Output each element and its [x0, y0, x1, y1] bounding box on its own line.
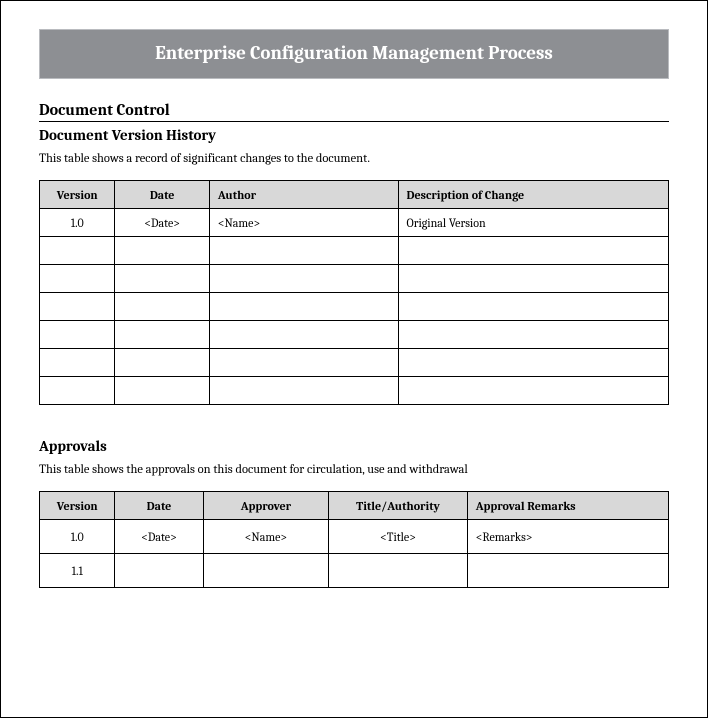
cell-author — [209, 265, 398, 293]
subheading-approvals: Approvals — [39, 437, 669, 455]
cell-desc: Original Version — [398, 209, 669, 237]
cell-version: 1.1 — [40, 554, 115, 588]
table-row — [40, 237, 669, 265]
th-date: Date — [115, 492, 203, 520]
cell-desc — [398, 265, 669, 293]
cell-date — [115, 321, 209, 349]
cell-author — [209, 293, 398, 321]
cell-author — [209, 237, 398, 265]
table-header-row: Version Date Approver Title/Authority Ap… — [40, 492, 669, 520]
cell-date — [115, 293, 209, 321]
caption-approvals: This table shows the approvals on this d… — [39, 463, 669, 477]
th-version: Version — [40, 492, 115, 520]
cell-author — [209, 349, 398, 377]
cell-date: <Date> — [115, 209, 209, 237]
cell-version — [40, 321, 115, 349]
th-author: Author — [209, 181, 398, 209]
cell-date: <Date> — [115, 520, 203, 554]
page: Enterprise Configuration Management Proc… — [0, 0, 708, 718]
table-header-row: Version Date Author Description of Chang… — [40, 181, 669, 209]
cell-version — [40, 265, 115, 293]
cell-version — [40, 237, 115, 265]
table-approvals: Version Date Approver Title/Authority Ap… — [39, 491, 669, 588]
table-row — [40, 377, 669, 405]
cell-desc — [398, 321, 669, 349]
cell-version: 1.0 — [40, 520, 115, 554]
table-row — [40, 321, 669, 349]
cell-desc — [398, 349, 669, 377]
caption-version-history: This table shows a record of significant… — [39, 152, 669, 166]
cell-date — [115, 554, 203, 588]
section-heading-document-control: Document Control — [39, 101, 669, 122]
table-row: 1.0 <Date> <Name> Original Version — [40, 209, 669, 237]
cell-author — [209, 377, 398, 405]
cell-author — [209, 321, 398, 349]
cell-remarks: <Remarks> — [467, 520, 668, 554]
cell-remarks — [467, 554, 668, 588]
cell-version: 1.0 — [40, 209, 115, 237]
cell-date — [115, 265, 209, 293]
th-desc: Description of Change — [398, 181, 669, 209]
table-row: 1.1 — [40, 554, 669, 588]
cell-date — [115, 377, 209, 405]
cell-title — [329, 554, 467, 588]
cell-desc — [398, 237, 669, 265]
cell-date — [115, 349, 209, 377]
table-row — [40, 293, 669, 321]
table-version-history: Version Date Author Description of Chang… — [39, 180, 669, 405]
cell-desc — [398, 293, 669, 321]
subheading-version-history: Document Version History — [39, 126, 669, 144]
cell-version — [40, 377, 115, 405]
cell-author: <Name> — [209, 209, 398, 237]
table-row — [40, 349, 669, 377]
cell-desc — [398, 377, 669, 405]
cell-approver: <Name> — [203, 520, 329, 554]
th-date: Date — [115, 181, 209, 209]
document-title: Enterprise Configuration Management Proc… — [155, 42, 553, 64]
th-version: Version — [40, 181, 115, 209]
table-row — [40, 265, 669, 293]
th-remarks: Approval Remarks — [467, 492, 668, 520]
th-approver: Approver — [203, 492, 329, 520]
table-row: 1.0 <Date> <Name> <Title> <Remarks> — [40, 520, 669, 554]
cell-date — [115, 237, 209, 265]
cell-title: <Title> — [329, 520, 467, 554]
title-banner: Enterprise Configuration Management Proc… — [39, 29, 669, 79]
cell-version — [40, 293, 115, 321]
cell-approver — [203, 554, 329, 588]
cell-version — [40, 349, 115, 377]
th-title: Title/Authority — [329, 492, 467, 520]
